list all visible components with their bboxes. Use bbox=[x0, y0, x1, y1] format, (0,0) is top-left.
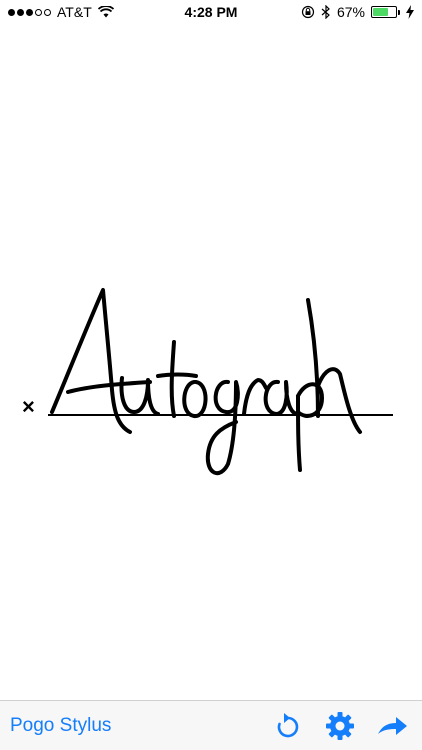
status-bar: AT&T 4:28 PM 67% bbox=[0, 0, 422, 24]
signal-dot bbox=[44, 8, 51, 16]
settings-button[interactable] bbox=[320, 706, 360, 746]
share-button[interactable] bbox=[372, 706, 412, 746]
refresh-button[interactable] bbox=[268, 706, 308, 746]
refresh-icon bbox=[277, 712, 299, 737]
gear-icon bbox=[326, 711, 354, 740]
share-arrow-icon bbox=[378, 716, 407, 735]
battery-body bbox=[371, 6, 397, 18]
signature-canvas[interactable]: × bbox=[0, 24, 422, 700]
stylus-device-label[interactable]: Pogo Stylus bbox=[10, 715, 256, 737]
signal-dot bbox=[8, 8, 15, 16]
rotation-lock-icon bbox=[301, 5, 315, 19]
status-time: 4:28 PM bbox=[184, 4, 238, 20]
wifi-icon bbox=[97, 6, 114, 18]
signal-dot bbox=[17, 8, 24, 16]
battery-icon bbox=[371, 6, 400, 18]
handwritten-signature bbox=[50, 288, 362, 476]
signal-strength-icon bbox=[8, 8, 51, 16]
status-left: AT&T bbox=[8, 4, 114, 20]
bottom-toolbar: Pogo Stylus bbox=[0, 700, 422, 750]
signal-dot bbox=[35, 8, 42, 16]
bluetooth-icon bbox=[321, 5, 330, 19]
carrier-name: AT&T bbox=[57, 4, 92, 20]
charging-bolt-icon bbox=[406, 5, 414, 19]
status-right: 67% bbox=[301, 4, 414, 20]
app-screen: AT&T 4:28 PM 67% × Pogo Stylus bbox=[0, 0, 422, 750]
battery-tip bbox=[398, 9, 400, 15]
battery-percent: 67% bbox=[336, 4, 365, 20]
battery-fill bbox=[373, 8, 388, 16]
signal-dot bbox=[26, 8, 33, 16]
